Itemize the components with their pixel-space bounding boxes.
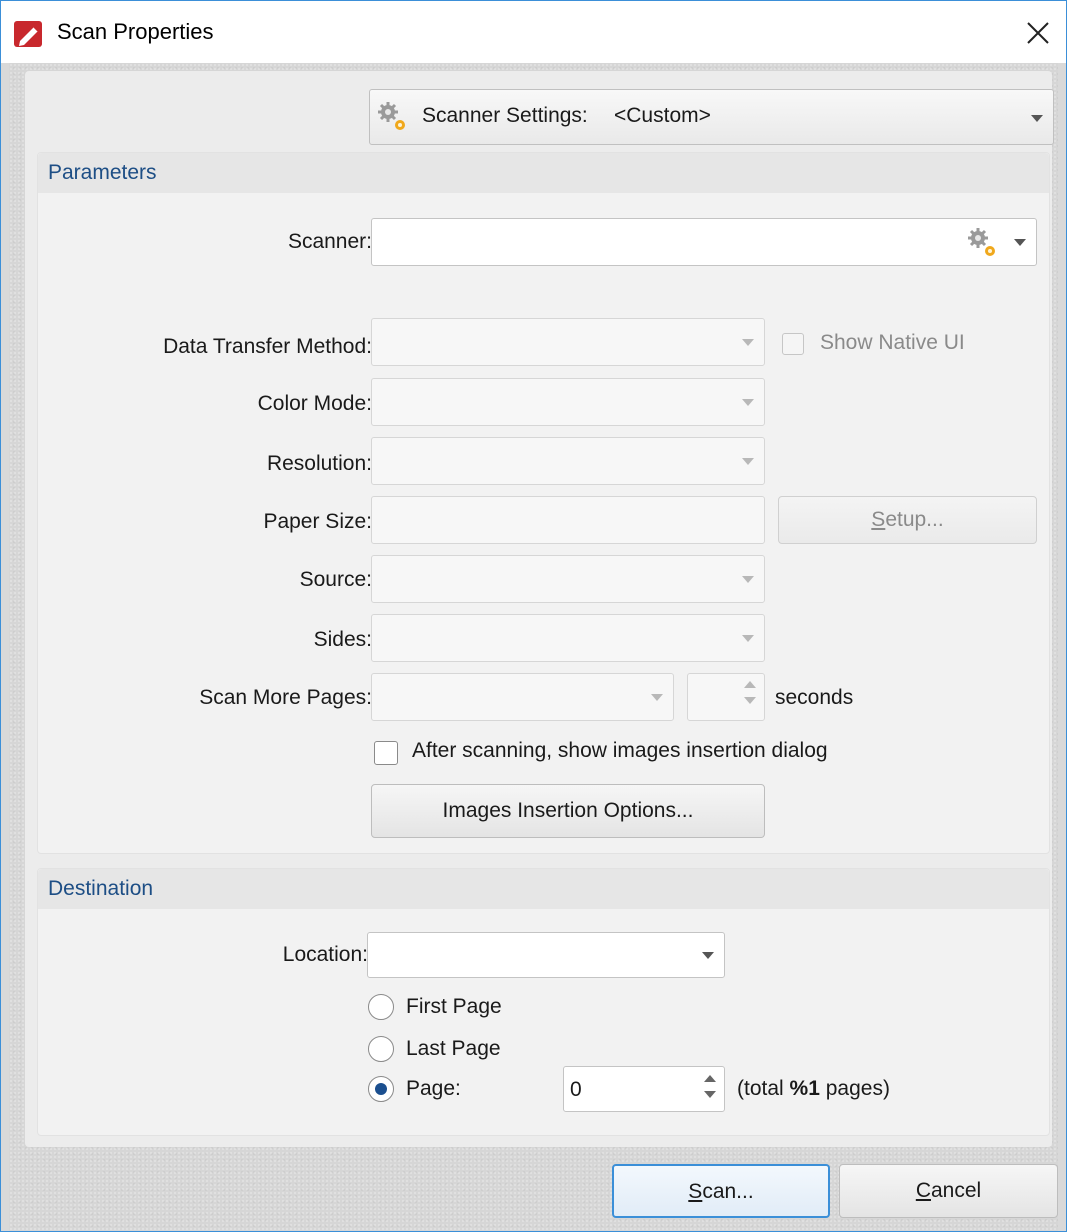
location-label: Location:: [282, 943, 368, 966]
data-transfer-method-dropdown[interactable]: [371, 318, 765, 366]
title-bar[interactable]: Scan Properties: [1, 1, 1066, 63]
dialog-client-area: Scanner Settings: <Custom> Parameters Sc…: [9, 63, 1058, 1231]
pdf-editor-icon: [13, 19, 45, 49]
page-label: Page:: [406, 1077, 461, 1100]
destination-header: Destination: [38, 869, 1049, 909]
sides-label: Sides:: [313, 628, 372, 651]
dialog-panel: Scanner Settings: <Custom> Parameters Sc…: [25, 71, 1054, 1147]
destination-title: Destination: [48, 877, 154, 900]
color-mode-dropdown[interactable]: [371, 378, 765, 426]
first-page-label: First Page: [406, 995, 502, 1018]
cancel-mnemonic: C: [915, 1179, 931, 1202]
setup-button[interactable]: Setup...: [778, 496, 1037, 544]
first-page-radio[interactable]: [368, 994, 394, 1020]
source-label: Source:: [299, 568, 372, 591]
setup-button-label: etup...: [885, 508, 944, 531]
chevron-down-icon: [742, 399, 754, 406]
parameters-header: Parameters: [38, 153, 1049, 193]
cancel-button-label: ancel: [930, 1179, 982, 1202]
last-page-radio[interactable]: [368, 1036, 394, 1062]
scan-button-label: can...: [702, 1180, 754, 1203]
destination-section: Destination Location: First Page Last Pa…: [37, 868, 1050, 1136]
spinner-arrows-icon[interactable]: [744, 681, 756, 709]
paper-size-label: Paper Size:: [263, 510, 372, 533]
scan-button[interactable]: Scan...: [612, 1164, 830, 1218]
gear-icon: [376, 100, 406, 130]
page-radio[interactable]: [368, 1076, 394, 1102]
resolution-dropdown[interactable]: [371, 437, 765, 485]
scanner-settings-label: Scanner Settings:: [422, 104, 588, 127]
paper-size-field[interactable]: [371, 496, 765, 544]
spinner-arrows-icon[interactable]: [704, 1075, 716, 1103]
seconds-label: seconds: [775, 686, 854, 709]
chevron-down-icon: [1031, 115, 1043, 122]
scan-more-pages-dropdown[interactable]: [371, 673, 674, 721]
location-dropdown[interactable]: [367, 932, 725, 978]
last-page-label: Last Page: [406, 1037, 501, 1060]
parameters-section: Parameters Scanner: Data Transfer Method…: [37, 152, 1050, 854]
chevron-down-icon: [742, 576, 754, 583]
window-title: Scan Properties: [57, 19, 214, 44]
scan-delay-spinner[interactable]: [687, 673, 765, 721]
scan-properties-dialog: Scan Properties Scanner Settings: <Custo…: [0, 0, 1067, 1232]
source-dropdown[interactable]: [371, 555, 765, 603]
page-number-value: 0: [570, 1078, 582, 1101]
close-icon: [1027, 22, 1049, 44]
scan-mnemonic: S: [688, 1180, 703, 1203]
close-button[interactable]: [1018, 15, 1058, 51]
chevron-down-icon: [1014, 239, 1026, 246]
images-insertion-options-button[interactable]: Images Insertion Options...: [371, 784, 765, 838]
sides-dropdown[interactable]: [371, 614, 765, 662]
page-number-spinner[interactable]: 0: [563, 1066, 725, 1112]
parameters-title: Parameters: [48, 161, 157, 184]
scanner-settings-dropdown[interactable]: Scanner Settings: <Custom>: [369, 89, 1054, 145]
resolution-label: Resolution:: [266, 452, 372, 475]
total-pages-text: (total %1 pages): [737, 1077, 890, 1100]
cancel-button[interactable]: Cancel: [839, 1164, 1058, 1218]
chevron-down-icon: [651, 694, 663, 701]
after-scanning-label: After scanning, show images insertion di…: [412, 739, 828, 762]
color-mode-label: Color Mode:: [257, 392, 372, 415]
setup-mnemonic: S: [871, 508, 886, 531]
radio-selected-dot: [375, 1083, 387, 1095]
after-scanning-checkbox[interactable]: [374, 741, 398, 765]
data-transfer-method-label: Data Transfer Method:: [163, 335, 372, 358]
chevron-down-icon: [742, 458, 754, 465]
scan-more-pages-label: Scan More Pages:: [199, 686, 372, 709]
gear-icon: [966, 226, 996, 256]
scanner-settings-value: <Custom>: [614, 104, 711, 127]
chevron-down-icon: [702, 952, 714, 959]
show-native-ui-label: Show Native UI: [820, 331, 965, 354]
scanner-dropdown[interactable]: [371, 218, 1037, 266]
chevron-down-icon: [742, 339, 754, 346]
chevron-down-icon: [742, 635, 754, 642]
show-native-ui-checkbox[interactable]: [782, 333, 804, 355]
scanner-label: Scanner:: [287, 230, 372, 253]
